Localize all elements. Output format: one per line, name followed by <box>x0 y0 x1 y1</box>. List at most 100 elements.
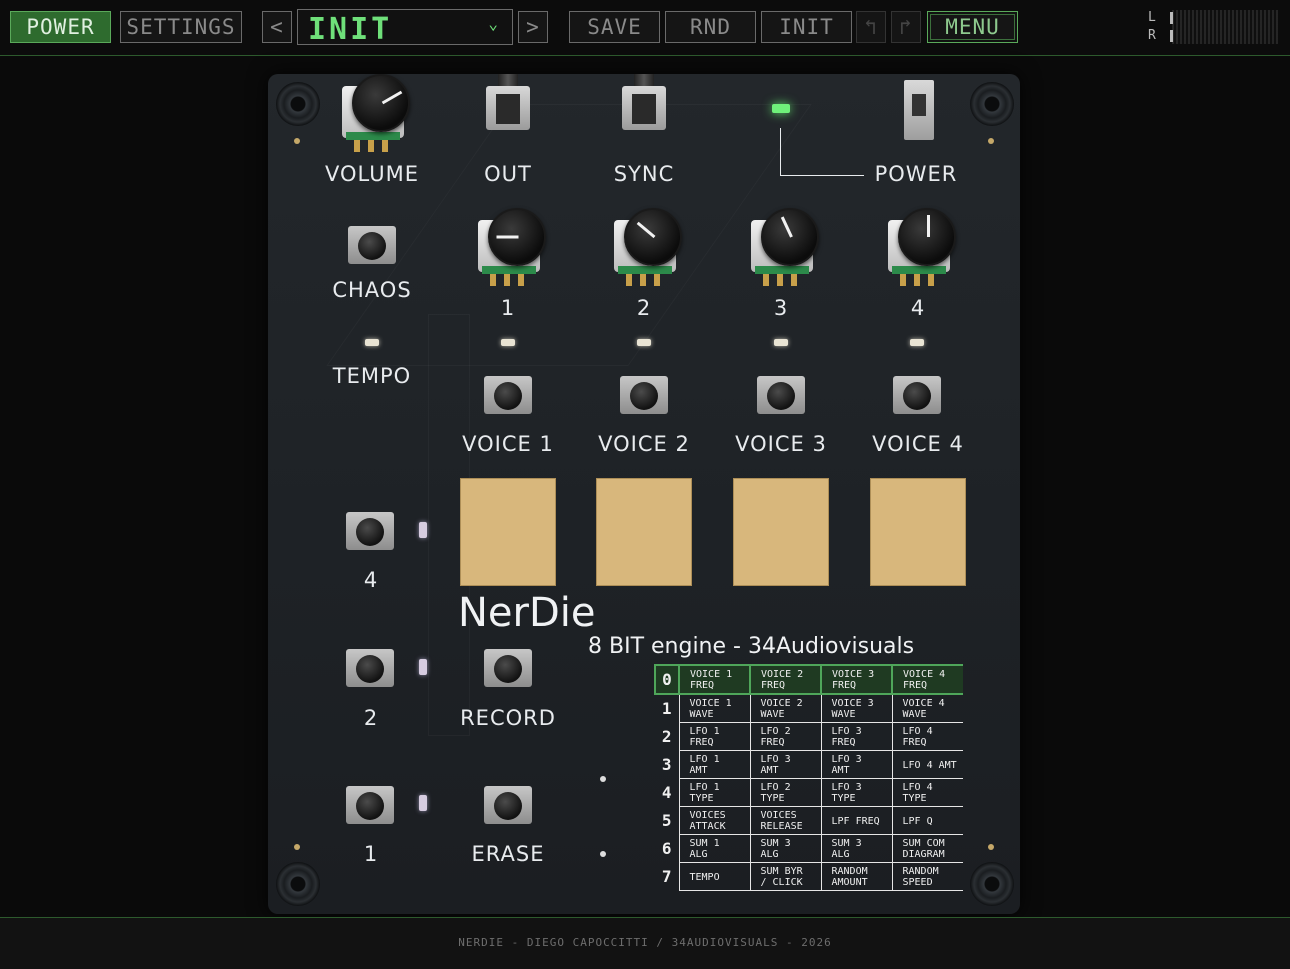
init-button[interactable]: INIT <box>761 11 852 43</box>
side-button-4[interactable] <box>342 510 398 552</box>
row-index: 4 <box>655 778 680 807</box>
erase-label: ERASE <box>471 842 545 866</box>
side-led-2 <box>419 659 427 675</box>
side-button-1[interactable] <box>342 784 398 826</box>
touch-pad-3[interactable] <box>733 478 829 586</box>
matrix-row-6: 6 SUM 1 ALG SUM 3 ALG SUM 3 ALG SUM COM … <box>655 834 963 863</box>
matrix-cell: LFO 1 AMT <box>678 750 751 779</box>
settings-button[interactable]: SETTINGS <box>120 11 242 43</box>
redo-icon: ↱ <box>899 15 913 39</box>
parameter-matrix: 0 VOICE 1 FREQ VOICE 2 FREQ VOICE 3 FREQ… <box>654 664 963 891</box>
matrix-cell: VOICE 3 WAVE <box>820 694 893 723</box>
matrix-cell: SUM 3 ALG <box>749 834 822 863</box>
out-jack[interactable] <box>486 74 530 130</box>
knob-label-1: 1 <box>500 296 516 320</box>
matrix-cell: VOICE 1 WAVE <box>678 694 751 723</box>
pcb-pad <box>294 844 300 850</box>
via <box>600 776 606 782</box>
power-switch[interactable] <box>904 80 934 140</box>
voice-led-4 <box>910 339 924 346</box>
mount-hole <box>276 862 320 906</box>
matrix-cell: LFO 3 AMT <box>749 750 822 779</box>
matrix-row-2: 2 LFO 1 FREQ LFO 2 FREQ LFO 3 FREQ LFO 4… <box>655 722 963 751</box>
meter-label-left: L <box>1148 10 1156 25</box>
voice-led-2 <box>637 339 651 346</box>
side-led-4 <box>419 522 427 538</box>
menu-button[interactable]: MENU <box>927 11 1018 43</box>
undo-icon: ↰ <box>864 15 878 39</box>
matrix-cell: LFO 4 FREQ <box>891 722 963 751</box>
row-index: 2 <box>655 722 680 751</box>
knob-label-3: 3 <box>773 296 789 320</box>
mount-hole <box>970 862 1014 906</box>
voice-label-2: VOICE 2 <box>598 432 690 456</box>
voice-label-3: VOICE 3 <box>735 432 827 456</box>
row-index: 0 <box>654 664 680 695</box>
side-label-1: 1 <box>363 842 379 866</box>
matrix-cell: SUM 1 ALG <box>678 834 751 863</box>
record-button[interactable] <box>480 647 536 689</box>
side-button-2[interactable] <box>342 647 398 689</box>
volume-knob[interactable] <box>342 74 410 152</box>
matrix-cell: VOICE 3 FREQ <box>820 664 893 695</box>
matrix-cell: VOICE 2 WAVE <box>749 694 822 723</box>
side-label-4: 4 <box>363 568 379 592</box>
side-label-2: 2 <box>363 706 379 730</box>
matrix-row-4: 4 LFO 1 TYPE LFO 2 TYPE LFO 3 TYPE LFO 4… <box>655 778 963 807</box>
voice-label-4: VOICE 4 <box>872 432 964 456</box>
tempo-label: TEMPO <box>332 364 412 388</box>
brand-tagline: 8 BIT engine - 34Audiovisuals <box>588 634 915 659</box>
matrix-cell: VOICE 4 WAVE <box>891 694 963 723</box>
voice-led-1 <box>501 339 515 346</box>
matrix-cell: LFO 1 TYPE <box>678 778 751 807</box>
save-button[interactable]: SAVE <box>569 11 660 43</box>
matrix-row-5: 5 VOICES ATTACK VOICES RELEASE LPF FREQ … <box>655 806 963 835</box>
power-button[interactable]: POWER <box>10 11 111 43</box>
matrix-row-1: 1 VOICE 1 WAVE VOICE 2 WAVE VOICE 3 WAVE… <box>655 694 963 723</box>
chaos-label: CHAOS <box>332 278 412 302</box>
random-button[interactable]: RND <box>665 11 756 43</box>
voice-button-3[interactable] <box>753 374 809 416</box>
touch-pad-4[interactable] <box>870 478 966 586</box>
footer-credit: NERDIE - DIEGO CAPOCCITTI / 34AUDIOVISUA… <box>458 936 832 949</box>
redo-button[interactable]: ↱ <box>891 11 921 43</box>
out-label: OUT <box>484 162 532 186</box>
voice-knob-3[interactable] <box>751 208 819 286</box>
next-preset-button[interactable]: > <box>518 11 548 43</box>
toolbar: POWER SETTINGS < INIT ⌄ > SAVE RND INIT … <box>0 0 1290 56</box>
knob-label-4: 4 <box>910 296 926 320</box>
voice-button-4[interactable] <box>889 374 945 416</box>
mount-hole <box>276 82 320 126</box>
matrix-cell: LPF Q <box>891 806 963 835</box>
matrix-cell: TEMPO <box>678 862 751 891</box>
row-index: 6 <box>655 834 680 863</box>
voice-button-2[interactable] <box>616 374 672 416</box>
preset-selector[interactable]: INIT ⌄ <box>297 9 513 47</box>
matrix-cell: VOICES ATTACK <box>678 806 751 835</box>
power-trace <box>780 128 781 176</box>
voice-button-1[interactable] <box>480 374 536 416</box>
touch-pad-2[interactable] <box>596 478 692 586</box>
matrix-cell: LFO 3 TYPE <box>820 778 893 807</box>
matrix-cell: LFO 2 FREQ <box>749 722 822 751</box>
matrix-cell: LFO 4 AMT <box>891 750 963 779</box>
voice-knob-1[interactable] <box>478 208 546 286</box>
sync-jack[interactable] <box>622 74 666 130</box>
row-index: 1 <box>655 694 680 723</box>
touch-pad-1[interactable] <box>460 478 556 586</box>
chaos-button[interactable] <box>344 224 400 266</box>
footer: NERDIE - DIEGO CAPOCCITTI / 34AUDIOVISUA… <box>0 917 1290 969</box>
erase-button[interactable] <box>480 784 536 826</box>
matrix-cell: LPF FREQ <box>820 806 893 835</box>
matrix-cell: RANDOM SPEED <box>891 862 963 891</box>
side-led-1 <box>419 795 427 811</box>
undo-button[interactable]: ↰ <box>856 11 886 43</box>
chevron-down-icon: ⌄ <box>488 14 498 33</box>
matrix-row-7: 7 TEMPO SUM BYR / CLICK RANDOM AMOUNT RA… <box>655 862 963 891</box>
voice-knob-4[interactable] <box>888 208 956 286</box>
matrix-cell: SUM 3 ALG <box>820 834 893 863</box>
meter-label-right: R <box>1148 28 1156 43</box>
voice-knob-2[interactable] <box>614 208 682 286</box>
power-label: POWER <box>874 162 958 186</box>
prev-preset-button[interactable]: < <box>262 11 292 43</box>
